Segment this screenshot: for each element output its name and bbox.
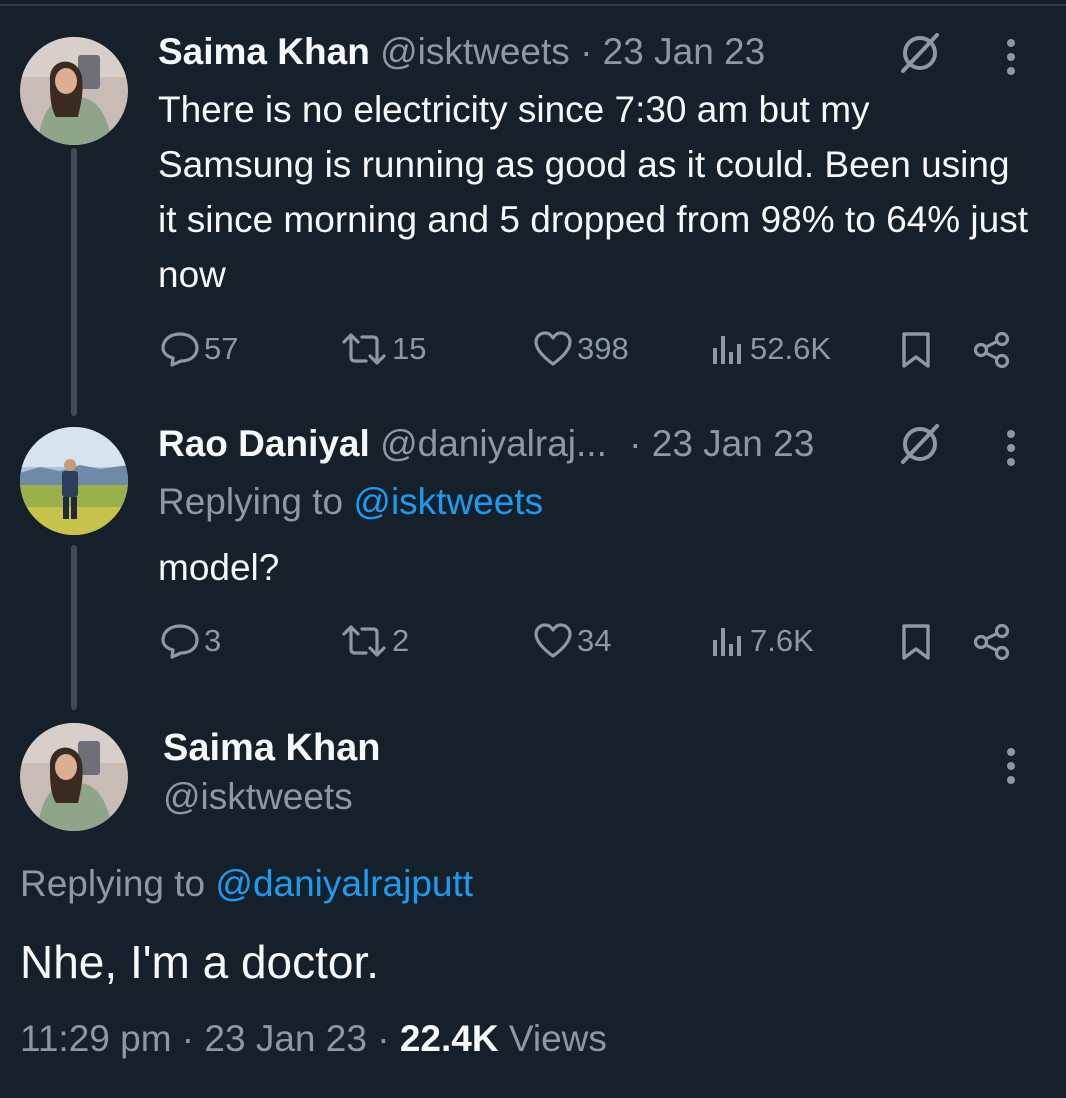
avatar-saima-khan[interactable] <box>20 37 128 145</box>
like-button[interactable]: 34 <box>533 622 611 660</box>
user-handle[interactable]: @daniyalraj... <box>380 423 607 464</box>
bookmark-icon[interactable] <box>900 331 932 369</box>
views-label: Views <box>508 1018 607 1059</box>
share-icon[interactable] <box>972 623 1012 661</box>
tweet1-header: Saima Khan @isktweets · 23 Jan 23 <box>158 30 765 74</box>
more-icon[interactable] <box>1004 429 1018 467</box>
display-name[interactable]: Saima Khan <box>158 31 370 72</box>
display-name[interactable]: Rao Daniyal <box>158 423 370 464</box>
views-icon <box>713 336 741 364</box>
reply-count: 3 <box>204 623 222 658</box>
thread-connector <box>71 545 77 710</box>
user-handle[interactable]: @isktweets <box>380 31 570 72</box>
reply-icon <box>161 332 199 367</box>
reply-count: 57 <box>204 331 239 366</box>
reply-button[interactable]: 57 <box>160 330 238 368</box>
more-icon[interactable] <box>1004 747 1018 785</box>
bookmark-icon[interactable] <box>900 623 932 661</box>
replying-to: Replying to @daniyalrajputt <box>20 863 474 904</box>
views-button[interactable]: 52.6K <box>710 330 831 368</box>
replying-to-link[interactable]: @daniyalrajputt <box>215 863 473 904</box>
retweet-count: 15 <box>392 331 427 366</box>
retweet-count: 2 <box>392 623 410 658</box>
tweet-time[interactable]: 11:29 pm <box>20 1018 172 1059</box>
tweet-text: model? <box>158 547 280 588</box>
retweet-button[interactable]: 15 <box>340 330 426 368</box>
heart-icon <box>534 331 572 366</box>
tweet-date[interactable]: 23 Jan 23 <box>204 1018 367 1059</box>
tweet-date[interactable]: · 23 Jan 23 <box>580 31 765 72</box>
views-button[interactable]: 7.6K <box>710 622 814 660</box>
tweet-text: Nhe, I'm a doctor. <box>20 936 380 988</box>
tweet-text: There is no electricity since 7:30 am bu… <box>158 89 1028 295</box>
like-count: 34 <box>577 623 612 658</box>
top-divider <box>0 4 1066 6</box>
tweet-date[interactable]: · 23 Jan 23 <box>629 423 814 464</box>
avatar-saima-khan[interactable] <box>20 723 128 831</box>
user-handle[interactable]: @isktweets <box>163 776 353 818</box>
avatar-rao-daniyal[interactable] <box>20 427 128 535</box>
reply-icon <box>161 624 199 659</box>
views-icon <box>713 628 741 656</box>
tweet2-header: Rao Daniyal @daniyalraj... · 23 Jan 23 <box>158 422 814 466</box>
retweet-button[interactable]: 2 <box>340 622 409 660</box>
retweet-icon <box>342 333 386 365</box>
views-count: 7.6K <box>750 623 814 658</box>
views-count: 52.6K <box>750 331 832 366</box>
more-icon[interactable] <box>1004 38 1018 76</box>
reply-button[interactable]: 3 <box>160 622 221 660</box>
replying-to-link[interactable]: @isktweets <box>353 481 543 522</box>
heart-icon <box>534 623 572 658</box>
replying-to: Replying to @isktweets <box>158 481 544 522</box>
tweet-meta: 11:29 pm · 23 Jan 23 · 22.4K Views <box>20 1018 607 1059</box>
share-icon[interactable] <box>972 331 1012 369</box>
display-name[interactable]: Saima Khan <box>163 727 381 770</box>
like-button[interactable]: 398 <box>533 330 629 368</box>
thread-connector <box>71 148 77 416</box>
grok-icon[interactable] <box>898 422 942 466</box>
like-count: 398 <box>577 331 629 366</box>
retweet-icon <box>342 625 386 657</box>
grok-icon[interactable] <box>898 31 942 75</box>
views-count: 22.4K <box>399 1018 499 1059</box>
